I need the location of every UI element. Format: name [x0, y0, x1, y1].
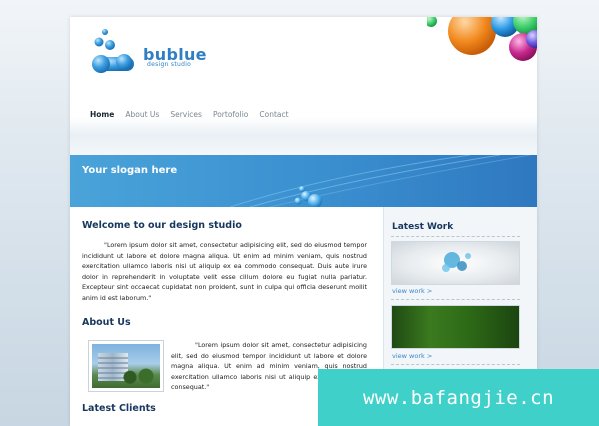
logo-bubbles-icon [92, 29, 134, 73]
nav-services[interactable]: Services [170, 110, 202, 119]
nav-about-us[interactable]: About Us [125, 110, 159, 119]
banner-swoosh-icon [229, 155, 531, 207]
welcome-paragraph: "Lorem ipsum dolor sit amet, consectetur… [82, 241, 367, 302]
about-heading: About Us [82, 317, 131, 328]
slogan-banner: Your slogan here [70, 155, 537, 207]
brand-tagline: design studio [147, 61, 192, 68]
clients-heading: Latest Clients [82, 403, 156, 414]
view-work-link[interactable]: view work > [392, 352, 432, 360]
page-container: bublue design studio Home About Us Servi… [70, 17, 537, 426]
latest-work-heading: Latest Work [392, 222, 454, 232]
main-nav: Home About Us Services Portofolio Contac… [90, 110, 289, 119]
view-work-link[interactable]: view work > [392, 287, 432, 295]
decorative-balls-icon [427, 17, 537, 61]
watermark-banner: www.bafangjie.cn [318, 369, 599, 426]
welcome-heading: Welcome to our design studio [82, 220, 242, 231]
nav-portfolio[interactable]: Portofolio [213, 110, 248, 119]
nav-home[interactable]: Home [90, 110, 114, 119]
work-thumbnail[interactable] [391, 305, 520, 349]
divider [391, 364, 520, 365]
header: bublue design studio Home About Us Servi… [70, 17, 537, 155]
splash-art-icon [442, 252, 471, 272]
nav-contact[interactable]: Contact [259, 110, 288, 119]
slogan-text: Your slogan here [82, 165, 178, 176]
work-thumbnail[interactable] [391, 241, 520, 285]
divider [391, 299, 520, 300]
about-building-image [88, 340, 164, 392]
divider [391, 236, 520, 237]
